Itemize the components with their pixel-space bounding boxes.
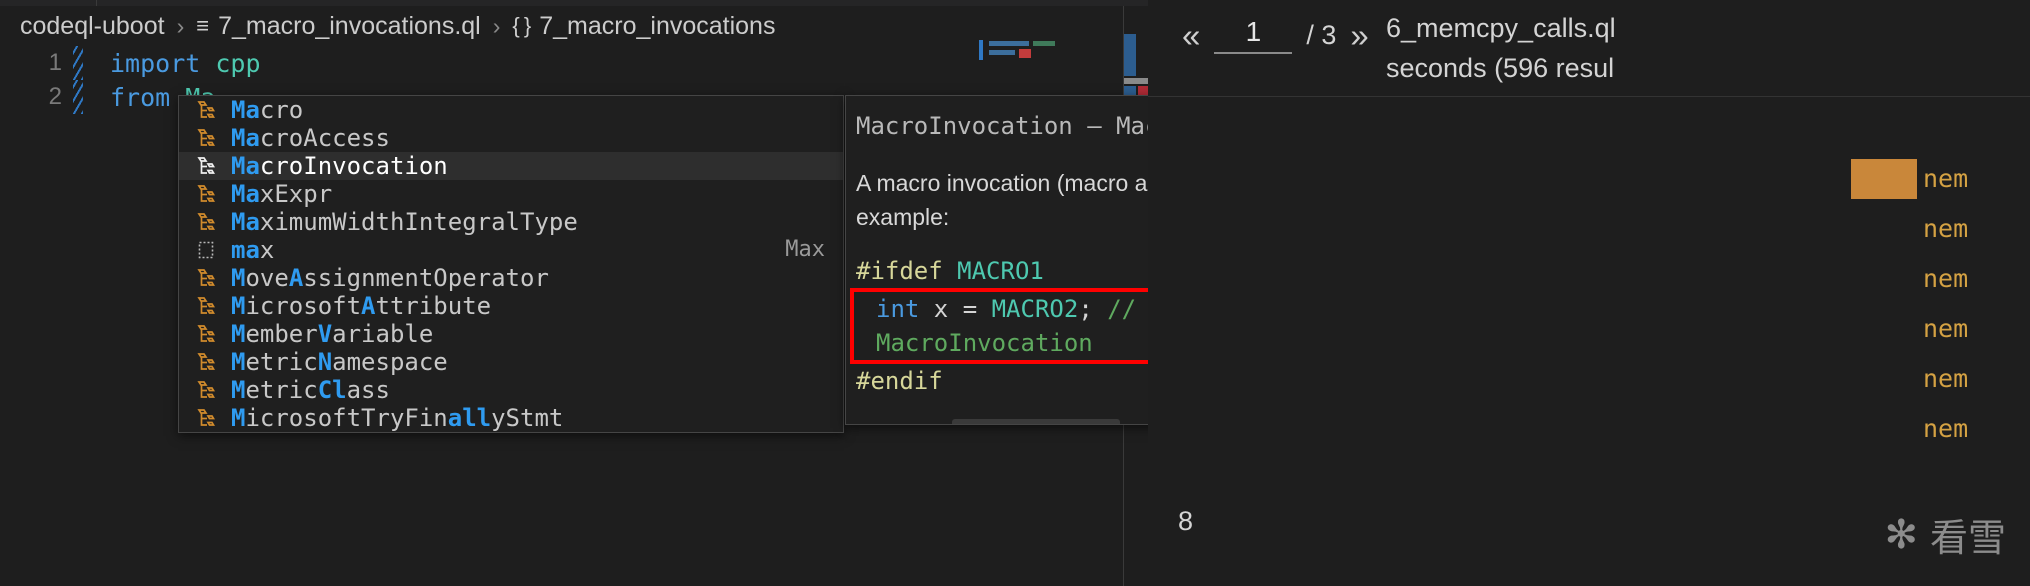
list-icon: ≡: [196, 13, 209, 39]
result-row-number: 8: [1178, 501, 1193, 541]
suggest-item[interactable]: MicrosoftTryFinallyStmt: [179, 404, 843, 432]
interface-icon: [193, 99, 223, 121]
result-row-tag: nem: [1923, 259, 1968, 299]
table-row[interactable]: nem: [1148, 309, 2030, 349]
minimap-token: [1033, 41, 1055, 46]
interface-icon: [193, 211, 223, 233]
interface-icon: [193, 267, 223, 289]
scroll-marker-gray: [1124, 78, 1148, 84]
suggest-item[interactable]: MacroInvocation: [179, 152, 843, 180]
suggest-item-label: max: [231, 236, 274, 264]
suggest-item-label: MoveAssignmentOperator: [231, 264, 549, 292]
interface-icon: [193, 323, 223, 345]
suggest-item[interactable]: MaximumWidthIntegralType: [179, 208, 843, 236]
suggest-item-label: MacroInvocation: [231, 152, 448, 180]
table-row[interactable]: nem: [1148, 259, 2030, 299]
see-also-prefix: See also: [856, 420, 946, 425]
result-row-tag: nem: [1923, 409, 1968, 449]
minimap-token-error: [1019, 49, 1031, 58]
suggest-item[interactable]: MetricNamespace: [179, 348, 843, 376]
result-row-tag: nem: [1923, 209, 1968, 249]
suggest-item-label: MetricNamespace: [231, 348, 448, 376]
results-toolbar: « / 3 » 6_memcpy_calls.ql seconds (596 r…: [1148, 0, 2030, 96]
interface-icon: [193, 351, 223, 373]
suggest-item-detail: Max: [785, 236, 825, 264]
breadcrumb-workspace[interactable]: codeql-uboot: [20, 12, 165, 41]
watermark-text: 看雪: [1930, 507, 2006, 562]
interface-icon: [193, 407, 223, 429]
suggest-item-label: MaximumWidthIntegralType: [231, 208, 578, 236]
watermark: ✻ 看雪: [1884, 507, 2006, 562]
minimap-token: [989, 50, 1015, 55]
line-number-1: 1: [0, 49, 70, 77]
minimap-gutter-bar: [979, 40, 983, 60]
vscode-window: codeql-uboot › ≡ 7_macro_invocations.ql …: [0, 0, 2030, 586]
scroll-marker-blue: [1124, 34, 1136, 76]
suggest-item-label: MacroAccess: [231, 124, 390, 152]
suggest-item[interactable]: MaxExpr: [179, 180, 843, 208]
breadcrumb-separator: ›: [177, 13, 185, 40]
suggest-item[interactable]: MemberVariable: [179, 320, 843, 348]
suggest-item-label: MetricClass: [231, 376, 390, 404]
results-info: 6_memcpy_calls.ql seconds (596 resul: [1386, 8, 2026, 88]
interface-icon: [193, 295, 223, 317]
prev-page-button[interactable]: «: [1182, 19, 1200, 52]
suggest-widget[interactable]: MacroMacroAccessMacroInvocationMaxExprMa…: [178, 95, 844, 433]
suggest-item-label: Macro: [231, 96, 303, 124]
minimap-token: [989, 41, 1029, 46]
breadcrumb-symbol[interactable]: 7_macro_invocations: [539, 12, 775, 41]
suggest-item[interactable]: MetricClass: [179, 376, 843, 404]
table-row[interactable]: nem: [1148, 359, 2030, 399]
suggest-item-label: MicrosoftTryFinallyStmt: [231, 404, 563, 432]
next-page-button[interactable]: »: [1350, 19, 1368, 52]
query-results-panel[interactable]: « / 3 » 6_memcpy_calls.ql seconds (596 r…: [1148, 0, 2030, 586]
interface-icon: [193, 155, 223, 177]
suggest-item[interactable]: MicrosoftAttribute: [179, 292, 843, 320]
table-row[interactable]: nem: [1148, 209, 2030, 249]
gutter-indent-guide-1: [70, 46, 86, 80]
macro-access-link[interactable]: MacroAccess: [952, 419, 1120, 425]
line-number-2: 2: [0, 83, 70, 111]
braces-icon: { }: [512, 13, 530, 39]
result-highlight-chip: [1851, 159, 1917, 199]
page-total: / 3: [1306, 20, 1336, 51]
page-input[interactable]: [1214, 16, 1292, 54]
suggest-item-label: MicrosoftAttribute: [231, 292, 491, 320]
results-pager[interactable]: « / 3 »: [1182, 16, 1369, 54]
gutter-indent-guide-2: [70, 80, 86, 114]
suggest-item[interactable]: Macro: [179, 96, 843, 124]
suggest-item-label: MaxExpr: [231, 180, 332, 208]
suggest-item-label: MemberVariable: [231, 320, 433, 348]
results-info-line-1: 6_memcpy_calls.ql: [1386, 8, 2026, 48]
suggest-item[interactable]: MacroAccess: [179, 124, 843, 152]
breadcrumb-file[interactable]: 7_macro_invocations.ql: [218, 12, 481, 41]
result-row-tag: nem: [1923, 309, 1968, 349]
snowflake-icon: ✻: [1884, 515, 1918, 555]
interface-icon: [193, 379, 223, 401]
result-row-tag: nem: [1923, 159, 1968, 199]
breadcrumb-separator-2: ›: [493, 13, 501, 40]
interface-icon: [193, 127, 223, 149]
interface-icon: [193, 183, 223, 205]
keyword-box-icon: [193, 239, 223, 261]
table-row[interactable]: nem: [1148, 159, 2030, 199]
suggest-item[interactable]: max Max: [179, 236, 843, 264]
result-row-tag: nem: [1923, 359, 1968, 399]
results-info-line-2: seconds (596 resul: [1386, 48, 2026, 88]
suggest-item[interactable]: MoveAssignmentOperator: [179, 264, 843, 292]
code-text-1: import cpp: [86, 49, 261, 78]
table-row[interactable]: nem: [1148, 409, 2030, 449]
